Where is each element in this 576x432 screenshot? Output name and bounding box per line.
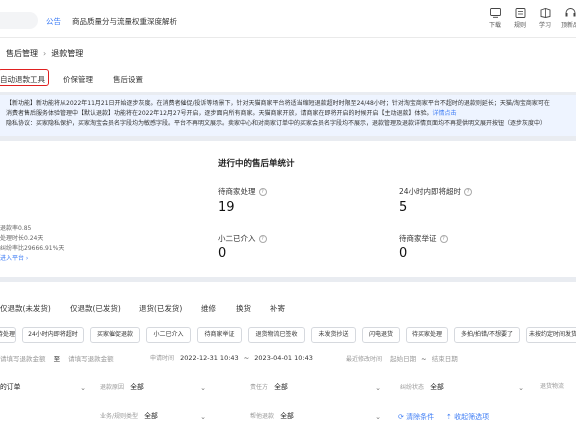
order-type-select[interactable]: 的订单 ⌄ <box>0 381 90 398</box>
chip-return-signed[interactable]: 退货物流已签收 <box>248 327 305 343</box>
apply-time-filter[interactable]: 申请时间 2022-12-31 10:43 ~ 2023-04-01 10:43 <box>150 353 313 370</box>
announce-tag[interactable]: 公告 <box>46 16 61 27</box>
help-icon: ? <box>258 235 267 243</box>
learn-button[interactable]: 学习 <box>533 8 557 29</box>
business-rule-type-select[interactable]: 业务/规则类型 全部 ⌄ <box>100 410 210 427</box>
refund-reason-select[interactable]: 退款原因 全部 ⌄ <box>100 381 210 398</box>
notice-line-3: 隐私协议：买家隐私保护，买家淘宝会员名字段均为敏感字段。平台不再明文展示。卖家中… <box>6 120 547 127</box>
breadcrumb: 售后管理 › 退款管理 <box>6 49 84 58</box>
platform-link[interactable]: 进入平台 › <box>0 253 28 262</box>
stat-staff-intervened-value[interactable]: 0 <box>218 246 226 261</box>
chevron-down-icon: ⌄ <box>200 413 206 421</box>
return-logistics-select[interactable]: 退货物流 <box>540 381 576 398</box>
chevron-down-icon: ⌄ <box>518 384 524 392</box>
chevron-down-icon: ⌄ <box>200 384 206 392</box>
announce-text[interactable]: 商品质量分与流量权重深度解析 <box>72 16 177 27</box>
chip-wrong-order[interactable]: 多拍/拍错/不想要了 <box>454 327 520 343</box>
stat-staff-intervened[interactable]: 小二已介入? <box>218 233 267 244</box>
chip-timeout-24h[interactable]: 24小时内即将超时 <box>22 327 84 343</box>
download-label: 下载 <box>488 22 501 29</box>
tab-auto-refund-tool[interactable]: 自动退款工具 <box>0 74 45 85</box>
help-refund-select[interactable]: 帮他退款 全部 ⌄ <box>250 410 385 427</box>
breadcrumb-parent[interactable]: 售后管理 <box>6 49 38 58</box>
chevron-down-icon: ⌄ <box>375 384 381 392</box>
refund-rate-note: 退款率0.85 <box>0 225 32 232</box>
subtab-exchange[interactable]: 换货 <box>236 303 251 314</box>
dispute-status-select[interactable]: 纠纷状态 全部 ⌄ <box>400 381 528 398</box>
notice-detail-link[interactable]: 详情点击 <box>433 110 457 117</box>
tab-after-sale-settings[interactable]: 售后设置 <box>113 74 143 85</box>
clear-filters-button[interactable]: ⟳ 清除条件 <box>398 412 434 422</box>
subtab-refund-shipped[interactable]: 仅退款(已发货) <box>70 303 121 314</box>
notice-line-2: 消费者售后服务体验管理中【默认退款】功能将在2022年12月27号开启，逐步面向… <box>6 110 457 117</box>
notice-banner: 【新功能】新功能将从2022年11月21日开始逐步灰度。在消费者催促/投诉等场景… <box>0 95 576 136</box>
modify-end[interactable]: 结束日期 <box>432 355 458 363</box>
chip-pending[interactable]: 待处理 <box>0 327 16 343</box>
collapse-filters-button[interactable]: ⇡ 收起筛选项 <box>446 412 489 422</box>
stat-pending-evidence-value[interactable]: 0 <box>399 246 407 261</box>
chip-pending-evidence[interactable]: 待商家举证 <box>197 327 242 343</box>
download-button[interactable]: 下载 <box>483 8 507 29</box>
chip-buyer-urge[interactable]: 买家催促退款 <box>90 327 140 343</box>
rules-icon <box>515 8 525 18</box>
search-box[interactable] <box>0 12 38 29</box>
amount-filter: 请填写退款金额 至 请填写退款金额 <box>0 355 114 363</box>
notice-line-1: 【新功能】新功能将从2022年11月21日开始逐步灰度。在消费者催促/投诉等场景… <box>6 100 550 107</box>
learn-icon <box>540 8 550 18</box>
amount-min-input[interactable]: 请填写退款金额 <box>0 355 46 363</box>
stats-title: 进行中的售后单统计 <box>218 159 295 169</box>
chip-pending-buyer[interactable]: 待买家处理 <box>406 327 448 343</box>
help-icon: ? <box>439 235 448 243</box>
refresh-icon: ⟳ <box>398 413 407 421</box>
amount-max-input[interactable]: 请填写退款金额 <box>68 355 114 363</box>
chip-late-shipping[interactable]: 未按约定时间发货 <box>526 327 576 343</box>
service-button[interactable]: 顶新品 <box>558 8 576 29</box>
help-icon: ? <box>464 188 473 196</box>
chip-flash-return[interactable]: 闪电退货 <box>362 327 400 343</box>
modify-start[interactable]: 起始日期 <box>390 355 416 363</box>
stat-pending-merchant-value[interactable]: 19 <box>218 200 235 215</box>
help-icon: ? <box>258 188 267 196</box>
collapse-icon: ⇡ <box>446 413 455 421</box>
responsible-party-select[interactable]: 责任方 全部 ⌄ <box>250 381 385 398</box>
modify-time-filter[interactable]: 最近修改时间 起始日期 ~ 结束日期 <box>346 353 458 370</box>
after-sale-stats-card: 进行中的售后单统计 待商家处理? 19 24小时内即将超时? 5 小二已介入? … <box>0 141 576 277</box>
tab-price-protection[interactable]: 价保管理 <box>63 74 93 85</box>
service-label: 顶新品 <box>560 22 576 29</box>
top-bar: 公告 商品质量分与流量权重深度解析 下载 规则 学习 顶新品 <box>0 0 576 38</box>
learn-label: 学习 <box>538 22 551 29</box>
stat-timeout-24h[interactable]: 24小时内即将超时? <box>399 186 473 197</box>
dispute-rate-note: 纠纷率比29666.91%天 <box>0 245 65 252</box>
download-icon <box>489 8 501 18</box>
subtab-resend[interactable]: 补寄 <box>270 303 285 314</box>
rules-button[interactable]: 规则 <box>508 8 532 29</box>
rules-label: 规则 <box>513 22 526 29</box>
refund-list-panel: 仅退款(未发货) 仅退款(已发货) 退货(已发货) 维修 换货 补寄 待处理 2… <box>0 282 576 432</box>
service-icon <box>565 8 575 17</box>
stat-timeout-24h-value[interactable]: 5 <box>399 200 407 215</box>
chevron-down-icon: ⌄ <box>80 384 86 392</box>
apply-end[interactable]: 2023-04-01 10:43 <box>254 354 313 362</box>
apply-start[interactable]: 2022-12-31 10:43 <box>180 354 239 362</box>
process-time-note: 处理时长0.24天 <box>0 235 44 242</box>
chevron-down-icon: ⌄ <box>375 413 381 421</box>
breadcrumb-current: 退款管理 <box>51 49 84 58</box>
stat-pending-merchant[interactable]: 待商家处理? <box>218 186 267 197</box>
subtab-return-shipped[interactable]: 退货(已发货) <box>139 303 182 314</box>
subtab-refund-unshipped[interactable]: 仅退款(未发货) <box>0 303 51 314</box>
page-header: 售后管理 › 退款管理 自动退款工具 价保管理 售后设置 <box>0 38 576 92</box>
chip-unshipped-cc[interactable]: 未发货抄送 <box>311 327 356 343</box>
subtab-repair[interactable]: 维修 <box>201 303 216 314</box>
chip-staff-intervened[interactable]: 小二已介入 <box>146 327 191 343</box>
stat-pending-evidence[interactable]: 待商家举证? <box>399 233 448 244</box>
